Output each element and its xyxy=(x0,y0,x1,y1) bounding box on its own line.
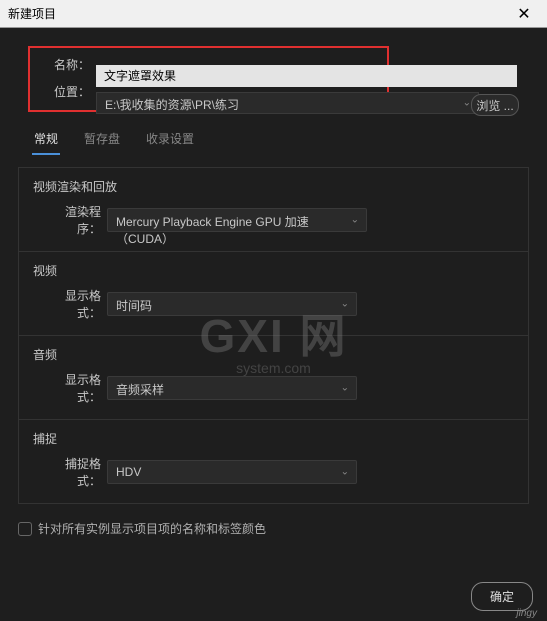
capture-section-title: 捕捉 xyxy=(33,430,514,447)
dialog-content: 名称： 位置： E:\我收集的资源\PR\练习 ⌄ 浏览 ... xyxy=(0,28,547,621)
capture-format-row: 捕捉格式： HDV ⌄ xyxy=(45,455,514,489)
label-colors-checkbox[interactable] xyxy=(18,522,32,536)
audio-section-title: 音频 xyxy=(33,346,514,363)
highlighted-region: 名称： 位置： E:\我收集的资源\PR\练习 ⌄ xyxy=(28,46,389,112)
video-display-value: 时间码 xyxy=(116,299,152,313)
titlebar: 新建项目 ✕ xyxy=(0,0,547,28)
close-button[interactable]: ✕ xyxy=(509,0,539,28)
location-label: 位置： xyxy=(40,83,96,100)
audio-display-value: 音频采样 xyxy=(116,383,164,397)
label-colors-text: 针对所有实例显示项目项的名称和标签颜色 xyxy=(38,520,266,537)
name-label: 名称： xyxy=(40,56,96,73)
audio-display-label: 显示格式： xyxy=(45,371,107,405)
browse-button[interactable]: 浏览 ... xyxy=(471,94,519,116)
location-dropdown[interactable]: E:\我收集的资源\PR\练习 xyxy=(96,92,479,114)
tab-ingest-settings[interactable]: 收录设置 xyxy=(144,126,196,155)
video-display-label: 显示格式： xyxy=(45,287,107,321)
footer: 确定 xyxy=(471,582,533,611)
audio-display-row: 显示格式： 音频采样 ⌄ xyxy=(45,371,514,405)
tab-scratch-disks[interactable]: 暂存盘 xyxy=(82,126,122,155)
video-display-row: 显示格式： 时间码 ⌄ xyxy=(45,287,514,321)
corner-watermark: jingy xyxy=(516,608,537,619)
tabs-bar: 常规 暂存盘 收录设置 xyxy=(14,120,533,155)
video-display-dropdown[interactable]: 时间码 ⌄ xyxy=(107,292,357,316)
render-section: 视频渲染和回放 渲染程序： Mercury Playback Engine GP… xyxy=(19,168,528,252)
render-section-title: 视频渲染和回放 xyxy=(33,178,514,195)
project-name-input[interactable] xyxy=(96,65,517,87)
ok-button[interactable]: 确定 xyxy=(471,582,533,611)
name-row: 名称： xyxy=(40,56,377,73)
capture-section: 捕捉 捕捉格式： HDV ⌄ xyxy=(19,420,528,503)
renderer-row: 渲染程序： Mercury Playback Engine GPU 加速（CUD… xyxy=(45,203,514,237)
top-form-section: 名称： 位置： E:\我收集的资源\PR\练习 ⌄ 浏览 ... xyxy=(14,38,533,120)
video-section: 视频 显示格式： 时间码 ⌄ xyxy=(19,252,528,336)
capture-format-value: HDV xyxy=(116,465,141,479)
location-value: E:\我收集的资源\PR\练习 xyxy=(105,98,239,112)
renderer-label: 渲染程序： xyxy=(45,203,107,237)
audio-display-dropdown[interactable]: 音频采样 ⌄ xyxy=(107,376,357,400)
close-icon: ✕ xyxy=(517,4,530,24)
renderer-dropdown[interactable]: Mercury Playback Engine GPU 加速（CUDA） ⌄ xyxy=(107,208,367,232)
label-colors-row: 针对所有实例显示项目项的名称和标签颜色 xyxy=(18,520,529,537)
window-title: 新建项目 xyxy=(8,5,56,22)
tab-general[interactable]: 常规 xyxy=(32,126,60,155)
renderer-value: Mercury Playback Engine GPU 加速（CUDA） xyxy=(116,215,309,246)
capture-format-dropdown[interactable]: HDV ⌄ xyxy=(107,460,357,484)
capture-format-label: 捕捉格式： xyxy=(45,455,107,489)
settings-panel: 视频渲染和回放 渲染程序： Mercury Playback Engine GP… xyxy=(18,167,529,504)
audio-section: 音频 显示格式： 音频采样 ⌄ xyxy=(19,336,528,420)
video-section-title: 视频 xyxy=(33,262,514,279)
